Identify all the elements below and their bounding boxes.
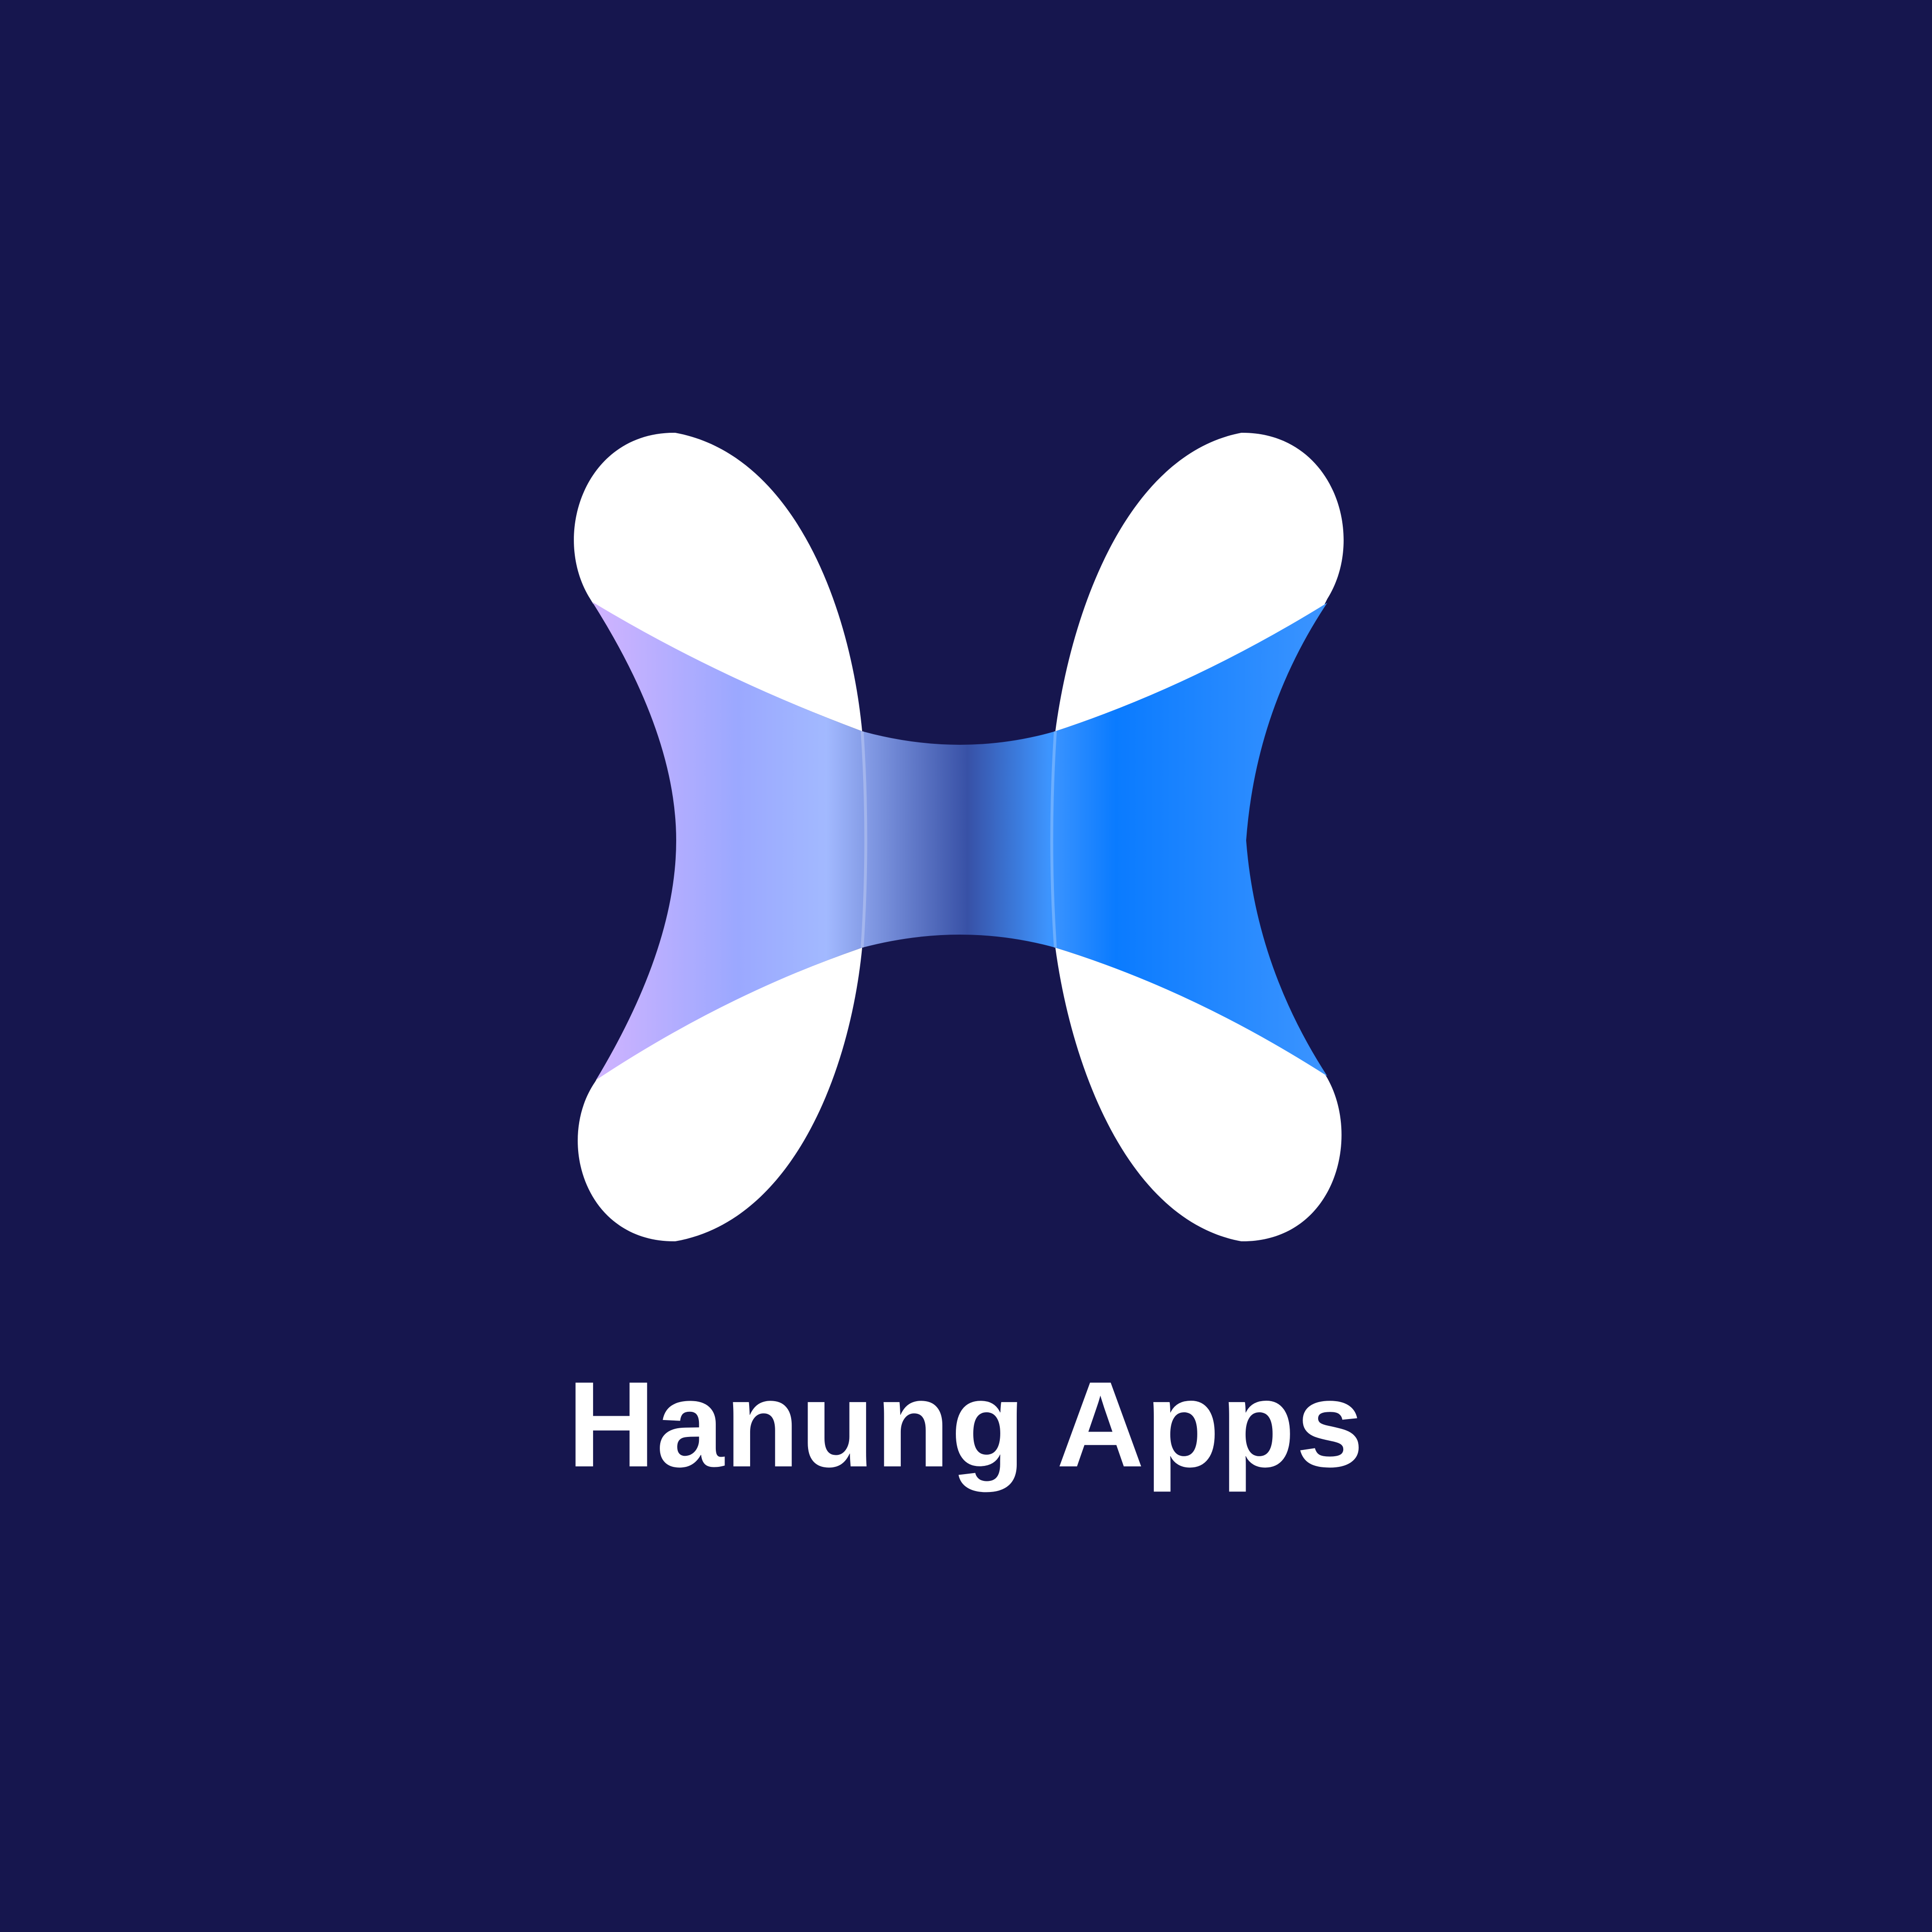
stylized-h-logo-icon	[0, 0, 1932, 1932]
brand-name: Hanung Apps	[567, 1357, 1365, 1492]
background	[0, 0, 1932, 1932]
logo-canvas: Hanung Apps	[0, 0, 1932, 1932]
